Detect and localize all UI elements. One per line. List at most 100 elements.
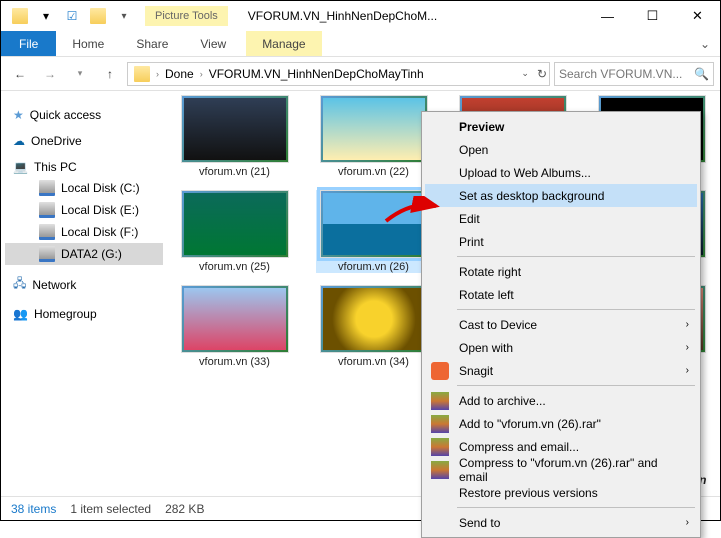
sidebar-onedrive[interactable]: ☁OneDrive: [5, 131, 163, 151]
chevron-right-icon: ›: [686, 342, 689, 353]
homegroup-icon: 👥: [13, 307, 28, 321]
nav-forward-button: →: [37, 61, 63, 87]
sidebar-homegroup[interactable]: 👥Homegroup: [5, 304, 163, 324]
ctx-open-with[interactable]: Open with›: [425, 336, 697, 359]
network-icon: 🖧: [13, 274, 26, 295]
ctx-upload-web[interactable]: Upload to Web Albums...: [425, 161, 697, 184]
address-dropdown-icon[interactable]: ⌄: [521, 68, 529, 79]
chevron-right-icon[interactable]: ›: [200, 69, 203, 79]
ctx-restore-versions[interactable]: Restore previous versions: [425, 481, 697, 504]
file-tab[interactable]: File: [1, 31, 56, 56]
ctx-snagit[interactable]: Snagit›: [425, 359, 697, 382]
ctx-preview[interactable]: Preview: [425, 115, 697, 138]
search-box[interactable]: Search VFORUM.VN... 🔍: [554, 62, 714, 86]
navigation-bar: ← → ▾ ↑ › Done › VFORUM.VN_HinhNenDepCho…: [1, 57, 720, 91]
file-item[interactable]: vforum.vn (34): [316, 285, 431, 368]
sidebar-quick-access[interactable]: ★Quick access: [5, 105, 163, 125]
sidebar-drive-c[interactable]: Local Disk (C:): [5, 177, 163, 199]
file-item[interactable]: vforum.vn (22): [316, 95, 431, 178]
winrar-icon: [431, 438, 449, 456]
breadcrumb-folder[interactable]: VFORUM.VN_HinhNenDepChoMayTinh: [205, 67, 428, 81]
sidebar-drive-g[interactable]: DATA2 (G:): [5, 243, 163, 265]
window-title: VFORUM.VN_HinhNenDepChoM...: [228, 9, 585, 23]
home-tab[interactable]: Home: [56, 31, 120, 56]
breadcrumb-done[interactable]: Done: [161, 67, 198, 81]
ctx-separator: [457, 507, 695, 508]
sidebar-network[interactable]: 🖧Network: [5, 271, 163, 298]
winrar-icon: [431, 461, 449, 479]
qat-newfolder-icon[interactable]: [87, 5, 109, 27]
close-button[interactable]: ✕: [675, 2, 720, 30]
status-selection: 1 item selected: [70, 502, 151, 516]
folder-icon: [134, 66, 150, 82]
view-tab[interactable]: View: [184, 31, 242, 56]
ctx-open[interactable]: Open: [425, 138, 697, 161]
file-item[interactable]: vforum.vn (25): [177, 190, 292, 273]
ctx-edit[interactable]: Edit: [425, 207, 697, 230]
search-placeholder: Search VFORUM.VN...: [559, 67, 682, 81]
drive-icon: [39, 202, 55, 218]
ctx-rotate-left[interactable]: Rotate left: [425, 283, 697, 306]
file-name: vforum.vn (22): [338, 166, 409, 178]
maximize-button[interactable]: ☐: [630, 2, 675, 30]
chevron-right-icon[interactable]: ›: [156, 69, 159, 79]
drive-icon: [39, 246, 55, 262]
file-name: vforum.vn (33): [199, 356, 270, 368]
chevron-right-icon: ›: [686, 365, 689, 376]
nav-up-button[interactable]: ↑: [97, 61, 123, 87]
ctx-set-desktop-bg[interactable]: Set as desktop background: [425, 184, 697, 207]
qat-properties-icon[interactable]: ▾: [35, 5, 57, 27]
cloud-icon: ☁: [13, 134, 25, 148]
ctx-rotate-right[interactable]: Rotate right: [425, 260, 697, 283]
file-item[interactable]: vforum.vn (26): [316, 190, 431, 273]
share-tab[interactable]: Share: [120, 31, 184, 56]
file-thumbnail: [320, 95, 428, 163]
refresh-icon[interactable]: ↻: [537, 67, 547, 81]
address-bar[interactable]: › Done › VFORUM.VN_HinhNenDepChoMayTinh …: [127, 62, 550, 86]
search-icon[interactable]: 🔍: [694, 67, 709, 81]
file-thumbnail: [320, 285, 428, 353]
context-menu: Preview Open Upload to Web Albums... Set…: [421, 111, 701, 538]
ctx-separator: [457, 309, 695, 310]
winrar-icon: [431, 415, 449, 433]
ctx-compress-rar-email[interactable]: Compress to "vforum.vn (26).rar" and ema…: [425, 458, 697, 481]
file-name: vforum.vn (34): [338, 356, 409, 368]
file-item[interactable]: vforum.vn (33): [177, 285, 292, 368]
ctx-send-to[interactable]: Send to›: [425, 511, 697, 534]
pc-icon: 💻: [13, 160, 28, 174]
star-icon: ★: [13, 108, 24, 122]
file-thumbnail: [320, 190, 428, 258]
file-name: vforum.vn (26): [338, 261, 409, 273]
ctx-separator: [457, 385, 695, 386]
chevron-right-icon: ›: [686, 319, 689, 330]
ctx-add-archive[interactable]: Add to archive...: [425, 389, 697, 412]
navigation-pane: ★Quick access ☁OneDrive 💻This PC Local D…: [1, 91, 167, 491]
sidebar-this-pc[interactable]: 💻This PC: [5, 157, 163, 177]
nav-back-button[interactable]: ←: [7, 61, 33, 87]
ribbon-tabs: File Home Share View Manage ⌄: [1, 31, 720, 57]
qat-checkbox-icon[interactable]: ☑: [61, 5, 83, 27]
file-item[interactable]: vforum.vn (21): [177, 95, 292, 178]
chevron-right-icon: ›: [686, 517, 689, 528]
ctx-separator: [457, 256, 695, 257]
ribbon-expand-icon[interactable]: ⌄: [690, 31, 720, 56]
sidebar-drive-f[interactable]: Local Disk (F:): [5, 221, 163, 243]
sidebar-drive-e[interactable]: Local Disk (E:): [5, 199, 163, 221]
file-name: vforum.vn (25): [199, 261, 270, 273]
title-bar: ▾ ☑ ▾ Picture Tools VFORUM.VN_HinhNenDep…: [1, 1, 720, 31]
drive-icon: [39, 224, 55, 240]
minimize-button[interactable]: —: [585, 2, 630, 30]
picture-tools-label: Picture Tools: [145, 6, 228, 26]
file-name: vforum.vn (21): [199, 166, 270, 178]
ctx-print[interactable]: Print: [425, 230, 697, 253]
qat-overflow-icon[interactable]: ▾: [113, 5, 135, 27]
ctx-cast-device[interactable]: Cast to Device›: [425, 313, 697, 336]
snagit-icon: [431, 362, 449, 380]
quick-access-toolbar: ▾ ☑ ▾: [1, 5, 135, 27]
file-thumbnail: [181, 95, 289, 163]
explorer-icon: [9, 5, 31, 27]
nav-recent-dropdown[interactable]: ▾: [67, 61, 93, 87]
ctx-add-to-rar[interactable]: Add to "vforum.vn (26).rar": [425, 412, 697, 435]
manage-tab[interactable]: Manage: [246, 31, 321, 56]
winrar-icon: [431, 392, 449, 410]
